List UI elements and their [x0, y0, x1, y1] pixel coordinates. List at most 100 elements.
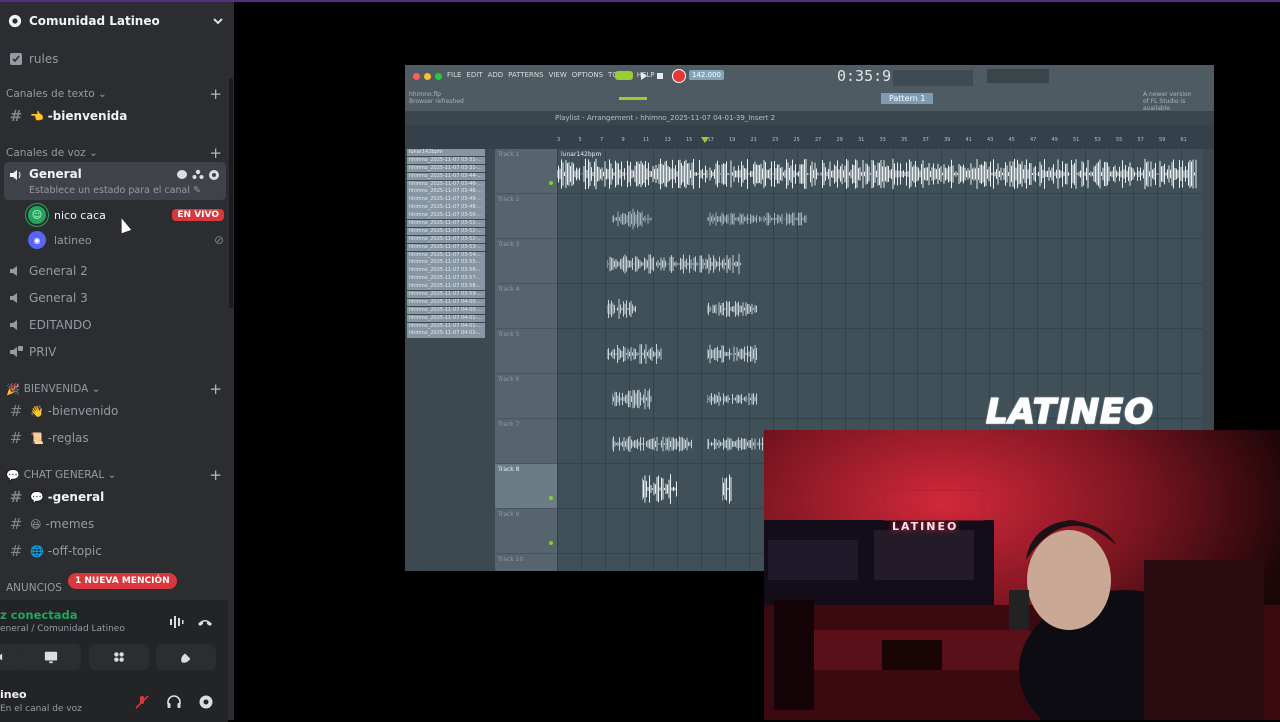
pattern-item[interactable]: lunar142bpm — [407, 149, 485, 157]
pattern-item[interactable]: hhimno_2025-11-07 03-59-... — [407, 291, 485, 299]
audio-clip[interactable] — [706, 202, 807, 242]
close-dot-icon[interactable] — [413, 73, 420, 80]
minimize-dot-icon[interactable] — [424, 73, 431, 80]
track-header[interactable]: Track 6 — [495, 374, 557, 419]
category-text-channels[interactable]: Canales de texto ⌄ + — [6, 85, 226, 103]
add-channel-icon[interactable]: + — [209, 85, 222, 103]
gear-icon[interactable] — [208, 169, 220, 181]
track-header[interactable]: Track 7 — [495, 419, 557, 464]
track-led-icon[interactable] — [549, 541, 553, 545]
menu-view[interactable]: VIEW — [549, 71, 567, 79]
track-header[interactable]: Track 9 — [495, 509, 557, 554]
channel-off-topic[interactable]: # 🌐 -off-topic — [4, 538, 226, 564]
song-mode-toggle[interactable] — [615, 71, 633, 80]
menu-patterns[interactable]: PATTERNS — [508, 71, 543, 79]
category-chat-general[interactable]: 💬 CHAT GENERAL ⌄ + — [6, 466, 226, 484]
pattern-item[interactable]: hhimno_2025-11-07 03-46-... — [407, 188, 485, 196]
soundboard-button[interactable] — [156, 644, 216, 670]
tempo-display[interactable]: 142.000 — [689, 70, 724, 80]
pattern-item[interactable]: hhimno_2025-11-07 03-48-... — [407, 204, 485, 212]
menu-file[interactable]: FILE — [447, 71, 461, 79]
track-lane[interactable] — [557, 284, 1202, 329]
audio-clip[interactable] — [706, 382, 757, 422]
menu-add[interactable]: ADD — [488, 71, 504, 79]
muted-mic-icon[interactable] — [134, 694, 150, 710]
headphones-icon[interactable] — [166, 694, 182, 710]
pattern-item[interactable]: hhimno_2025-11-07 03-52-... — [407, 235, 485, 244]
audio-clip[interactable] — [606, 337, 662, 377]
pattern-item[interactable]: hhimno_2025-11-07 03-57-... — [407, 275, 485, 283]
pattern-item[interactable]: hhimno_2025-11-07 03-55-... — [407, 259, 485, 267]
menu-edit[interactable]: EDIT — [466, 71, 482, 79]
pattern-item[interactable]: hhimno_2025-11-07 03-46-... — [407, 180, 485, 188]
audio-clip[interactable] — [706, 292, 757, 332]
pattern-item[interactable]: hhimno_2025-11-07 04-00-... — [407, 298, 485, 307]
audio-clip[interactable] — [556, 157, 1197, 197]
channel-bienvenido[interactable]: # 👋 -bienvenido — [4, 398, 226, 424]
pattern-item[interactable]: hhimno_2025-11-07 04-01-... — [407, 322, 485, 330]
audio-clip[interactable] — [706, 427, 767, 467]
audio-clip[interactable] — [641, 472, 677, 512]
maximize-dot-icon[interactable] — [435, 73, 442, 80]
track-header[interactable]: Track 3 — [495, 239, 557, 284]
disconnect-icon[interactable] — [197, 614, 213, 630]
pattern-item[interactable]: hhimno_2025-11-07 03-51-... — [407, 220, 485, 228]
activities-button[interactable] — [89, 644, 149, 670]
audio-clip[interactable] — [611, 427, 692, 467]
pattern-item[interactable]: hhimno_2025-11-07 04-00-... — [407, 306, 485, 315]
voice-location[interactable]: eneral / Comunidad Latineo — [0, 624, 125, 634]
pattern-item[interactable]: hhimno_2025-11-07 04-01-... — [407, 314, 485, 322]
play-icon[interactable] — [641, 72, 647, 80]
invite-people-icon[interactable] — [192, 169, 204, 181]
pattern-item[interactable]: hhimno_2025-11-07 03-58-... — [407, 283, 485, 291]
pattern-item[interactable]: hhimno_2025-11-07 03-31-... — [407, 164, 485, 173]
update-notice[interactable]: A newer version of FL Studio is available — [1143, 91, 1214, 112]
pattern-item[interactable]: hhimno_2025-11-07 03-44-... — [407, 172, 485, 180]
pattern-item[interactable]: hhimno_2025-11-07 03-53-... — [407, 243, 485, 251]
audio-clip[interactable] — [611, 382, 652, 422]
track-lane[interactable] — [557, 194, 1202, 239]
sidebar-scrollbar[interactable] — [229, 78, 233, 308]
channel-general-text[interactable]: # 💬 -general — [4, 484, 226, 510]
timeline-ruler[interactable]: 3 5 7 9 11 13 15 17 19 21 23 25 27 29 31 33 35 37 39 41 43 45… — [557, 135, 1202, 147]
audio-clip[interactable] — [606, 247, 742, 287]
stop-icon[interactable] — [657, 73, 663, 79]
channel-status[interactable]: Establece un estado para el canal ✎ — [29, 185, 201, 196]
server-header[interactable]: Comunidad Latineo — [0, 2, 234, 40]
category-voice-channels[interactable]: Canales de voz ⌄ + — [6, 144, 226, 162]
track-header[interactable]: Track 8 — [495, 464, 557, 509]
voice-channel-general2[interactable]: General 2 — [4, 258, 226, 284]
screen-share-button[interactable] — [21, 644, 81, 670]
category-bienvenida[interactable]: 🎉 BIENVENIDA ⌄ + — [6, 380, 226, 398]
playhead-marker[interactable] — [701, 137, 709, 143]
track-led-icon[interactable] — [549, 181, 553, 185]
pattern-item[interactable]: hhimno_2025-11-07 04-01-... — [407, 330, 485, 338]
pattern-item[interactable]: hhimno_2025-11-07 03-31-... — [407, 156, 485, 165]
pattern-selector[interactable]: Pattern 1 — [881, 93, 934, 104]
username[interactable]: ineo — [0, 688, 27, 701]
audio-clip[interactable] — [606, 292, 637, 332]
chat-bubble-icon[interactable] — [176, 169, 188, 181]
pattern-item[interactable]: hhimno_2025-11-07 03-56-... — [407, 267, 485, 275]
channel-memes[interactable]: # 😆 -memes — [4, 511, 226, 537]
menu-options[interactable]: OPTIONS — [572, 71, 603, 79]
pattern-item[interactable]: hhimno_2025-11-07 03-54-... — [407, 251, 485, 259]
channel-reglas[interactable]: # 📜 -reglas — [4, 425, 226, 451]
pattern-item[interactable]: hhimno_2025-11-07 03-50-... — [407, 212, 485, 220]
chevron-down-icon[interactable] — [212, 15, 224, 27]
channel-bienvenida[interactable]: # 👈 -bienvenida — [4, 103, 226, 129]
audio-clip[interactable] — [721, 472, 732, 512]
track-header[interactable]: Track 2 — [495, 194, 557, 239]
voice-channel-priv[interactable]: PRIV — [4, 339, 226, 365]
audio-clip[interactable] — [706, 337, 757, 377]
track-header[interactable]: Track 5 — [495, 329, 557, 374]
track-header[interactable]: Track 10 — [495, 554, 557, 571]
voice-channel-general3[interactable]: General 3 — [4, 285, 226, 311]
add-channel-icon[interactable]: + — [209, 380, 222, 398]
channel-rules[interactable]: rules — [4, 46, 226, 72]
pattern-item[interactable]: hhimno_2025-11-07 03-52-... — [407, 227, 485, 236]
pattern-item[interactable]: hhimno_2025-11-07 03-49-... — [407, 196, 485, 204]
track-header[interactable]: Track 1 — [495, 149, 557, 194]
audio-clip[interactable] — [611, 202, 652, 242]
record-icon[interactable] — [673, 70, 685, 82]
